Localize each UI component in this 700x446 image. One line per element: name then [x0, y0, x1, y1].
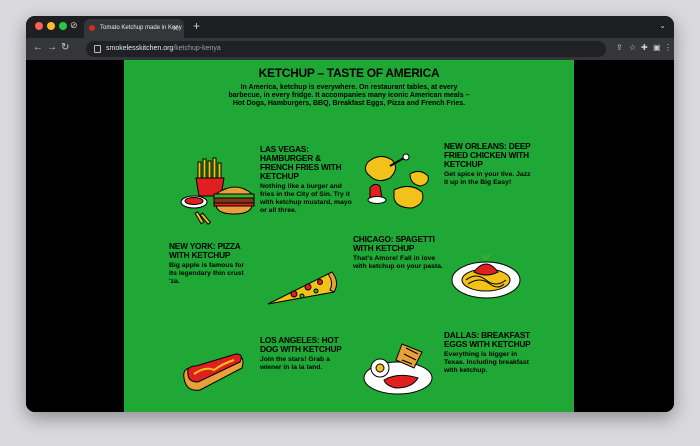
- breakfast-eggs-illustration: [363, 343, 433, 395]
- hot-dog-illustration: [183, 353, 244, 391]
- address-bar[interactable]: smokelesskitchen.org/ketchup-kenya: [86, 41, 606, 57]
- url-domain: smokelesskitchen.org: [106, 45, 174, 52]
- back-button[interactable]: ←: [33, 42, 43, 54]
- url-path: /ketchup-kenya: [173, 45, 221, 52]
- las-vegas-title: LAS VEGAS: HAMBURGER & FRENCH FRIES WITH…: [260, 144, 342, 181]
- los-angeles-section: LOS ANGELES: HOT DOG WITH KETCHUP Join t…: [260, 336, 352, 372]
- new-orleans-section: NEW ORLEANS: DEEP FRIED CHICKEN WITH KET…: [444, 142, 536, 187]
- page-title: KETCHUP – TASTE OF AMERICA: [258, 66, 440, 80]
- new-orleans-text: Get spice in your live. Jazz it up in th…: [444, 171, 531, 186]
- url-text: smokelesskitchen.org/ketchup-kenya: [106, 41, 221, 57]
- tab-strip: ⊘ Tomato Ketchup made in Keny ✕ + ⌄: [26, 16, 674, 38]
- new-york-title: NEW YORK: PIZZA WITH KETCHUP: [169, 241, 241, 260]
- new-york-text: Big apple is famous for its legendary th…: [169, 262, 245, 285]
- spaghetti-illustration: [451, 253, 521, 299]
- new-orleans-title: NEW ORLEANS: DEEP FRIED CHICKEN WITH KET…: [444, 141, 531, 169]
- las-vegas-section: LAS VEGAS: HAMBURGER & FRENCH FRIES WITH…: [260, 145, 352, 215]
- ketchup-article: KETCHUP – TASTE OF AMERICA In America, k…: [124, 60, 574, 412]
- chicago-title: CHICAGO: SPAGETTI WITH KETCHUP: [353, 234, 435, 253]
- reload-button[interactable]: ↻: [61, 42, 69, 54]
- extensions-icon[interactable]: ✚: [641, 43, 648, 52]
- las-vegas-text: Nothing like a burger and fries in the C…: [260, 183, 352, 214]
- page-viewport: KETCHUP – TASTE OF AMERICA In America, k…: [26, 60, 674, 412]
- los-angeles-title: LOS ANGELES: HOT DOG WITH KETCHUP: [260, 335, 342, 354]
- forward-button[interactable]: →: [47, 42, 57, 54]
- bookmark-star-icon[interactable]: ☆: [629, 43, 636, 52]
- chicago-section: CHICAGO: SPAGETTI WITH KETCHUP That's Am…: [353, 235, 443, 271]
- new-york-section: NEW YORK: PIZZA WITH KETCHUP Big apple i…: [169, 242, 245, 286]
- new-tab-button[interactable]: +: [193, 20, 200, 32]
- tab-search-icon[interactable]: ⊘: [70, 20, 78, 31]
- close-window-button[interactable]: [35, 22, 43, 30]
- close-tab-icon[interactable]: ✕: [172, 19, 179, 38]
- tomato-favicon-icon: [89, 25, 95, 31]
- maximize-window-button[interactable]: [59, 22, 67, 30]
- dallas-title: DALLAS: BREAKFAST EGGS WITH KETCHUP: [444, 330, 531, 349]
- browser-toolbar: ← → ↻ smokelesskitchen.org/ketchup-kenya…: [26, 38, 674, 60]
- browser-window: ⊘ Tomato Ketchup made in Keny ✕ + ⌄ ← → …: [26, 16, 674, 412]
- dallas-section: DALLAS: BREAKFAST EGGS WITH KETCHUP Ever…: [444, 331, 536, 375]
- tab-title: Tomato Ketchup made in Keny: [100, 25, 182, 31]
- share-icon[interactable]: ⇪: [616, 43, 623, 52]
- intro-paragraph: In America, ketchup is everywhere. On re…: [228, 84, 470, 107]
- los-angeles-text: Join the stars! Grab a wiener in la la l…: [260, 356, 330, 371]
- chicago-text: That's Amore! Fall in love with ketchup …: [353, 255, 443, 270]
- pizza-slice-illustration: [267, 271, 338, 305]
- dallas-text: Everything is bigger in Texas. Including…: [444, 351, 529, 374]
- tab-active[interactable]: Tomato Ketchup made in Keny ✕: [84, 19, 184, 38]
- lock-icon: [94, 45, 101, 53]
- sidebar-icon[interactable]: ▣: [653, 43, 661, 52]
- menu-icon[interactable]: ⋮: [664, 43, 672, 52]
- chevron-down-icon[interactable]: ⌄: [659, 21, 666, 30]
- fried-chicken-illustration: [364, 153, 429, 209]
- burger-fries-illustration: [180, 157, 255, 225]
- minimize-window-button[interactable]: [47, 22, 55, 30]
